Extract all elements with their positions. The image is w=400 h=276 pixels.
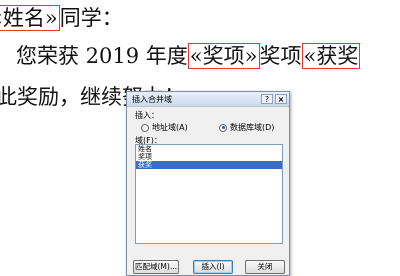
fields-listbox[interactable]: 姓名 奖项 获奖 xyxy=(135,144,283,244)
insert-merge-field-dialog: 插入合并域 ? × 插入： 地址域(A) 数据库域(D) 域(F)： 姓名 奖项… xyxy=(126,91,290,276)
doc-line-1: «姓名»同学： xyxy=(0,5,123,31)
dialog-title: 插入合并域 xyxy=(132,95,172,104)
radio-checked-icon[interactable] xyxy=(219,123,227,132)
list-item[interactable]: 姓名 xyxy=(136,145,282,153)
radio-database-label: 数据库域(D) xyxy=(230,123,275,132)
insert-button[interactable]: 插入(I) xyxy=(193,260,233,274)
radio-unchecked-icon[interactable] xyxy=(141,123,149,132)
dialog-titlebar[interactable]: 插入合并域 ? × xyxy=(127,92,289,107)
doc-line-2: 您荣获 2019 年度«奖项»奖项«获奖 xyxy=(16,43,361,69)
doc-text: 您荣获 2019 年度 xyxy=(16,44,188,68)
radio-database-field[interactable]: 数据库域(D) xyxy=(219,122,274,133)
merge-field-award: «获奖 xyxy=(301,43,361,69)
list-item-selected[interactable]: 获奖 xyxy=(136,161,282,169)
radio-address-label: 地址域(A) xyxy=(152,123,188,132)
doc-text: 同学： xyxy=(59,6,123,30)
merge-field-award-item: «奖项» xyxy=(187,43,260,69)
radio-address-field[interactable]: 地址域(A) xyxy=(141,122,188,133)
insert-label: 插入： xyxy=(135,111,159,120)
list-item[interactable]: 奖项 xyxy=(136,153,282,161)
close-button[interactable]: 关闭 xyxy=(245,260,285,274)
close-icon[interactable]: × xyxy=(275,94,287,104)
match-fields-button[interactable]: 匹配域(M)... xyxy=(133,260,179,274)
help-button[interactable]: ? xyxy=(261,94,273,104)
merge-field-name: «姓名» xyxy=(0,5,60,31)
dialog-button-row: 匹配域(M)... 插入(I) 关闭 xyxy=(133,260,285,274)
doc-text: 奖项 xyxy=(259,44,302,68)
